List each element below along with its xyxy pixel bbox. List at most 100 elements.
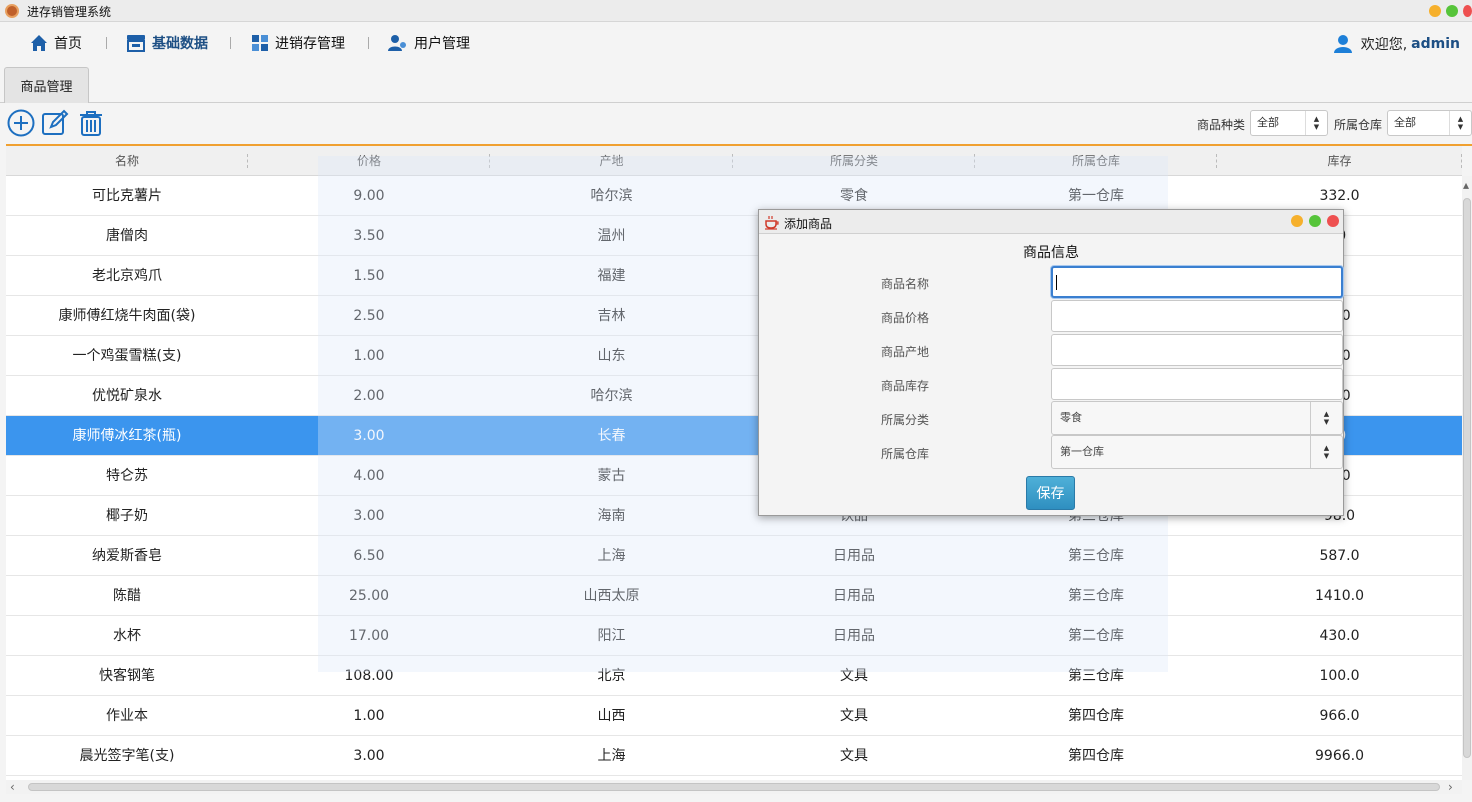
table-cell: 福建 [597, 268, 626, 284]
warehouse-filter-select[interactable]: 全部 ▲ ▼ [1387, 110, 1472, 136]
window-title: 进存销管理系统 [27, 5, 112, 19]
dialog-close-button[interactable] [1327, 215, 1339, 227]
delete-button[interactable] [76, 108, 106, 138]
table-cell: 100.0 [1319, 668, 1360, 684]
user-icon [1333, 35, 1352, 53]
table-cell: 17.00 [348, 628, 390, 644]
table-cell: 康师傅红烧牛肉面(袋) [58, 308, 196, 324]
table-toolbar: 商品种类 全部 ▲ ▼ 所属仓库 全部 ▲ ▼ [0, 104, 1472, 144]
table-cell: 作业本 [106, 708, 148, 724]
table-cell: 文具 [840, 708, 868, 724]
main-menubar: 首页 基础数据 进销存管理 用户管理 [0, 23, 1472, 63]
table-cell: 文具 [840, 668, 868, 684]
horizontal-scroll-thumb[interactable] [28, 783, 1440, 791]
table-cell: 蒙古 [597, 468, 626, 484]
table-cell: 1.50 [353, 268, 385, 284]
add-button[interactable] [6, 108, 36, 138]
table-cell: 陈醋 [113, 588, 141, 604]
updown-arrows-icon: ▲ ▼ [1305, 111, 1327, 135]
product-name-input[interactable] [1051, 266, 1343, 298]
table-cell: 晨光签字笔(支) [79, 748, 175, 764]
table-cell: 日用品 [833, 588, 875, 604]
table-header: 名称 价格 产地 所属分类 所属仓库 库存 [6, 146, 1462, 176]
table-row[interactable]: 晨光签字笔(支) 3.00 上海 文具 第四仓库 9966.0 [6, 736, 1462, 776]
warehouse-filter-value: 全部 [1394, 116, 1416, 129]
welcome-text: 欢迎您, [1360, 37, 1408, 53]
maximize-button[interactable] [1446, 5, 1458, 17]
product-origin-input[interactable] [1051, 334, 1343, 366]
table-cell: 长春 [597, 428, 626, 444]
horizontal-scrollbar[interactable]: ‹ › [6, 780, 1462, 794]
tab-product-management[interactable]: 商品管理 [4, 67, 89, 103]
column-header[interactable]: 产地 [490, 146, 733, 175]
table-cell: 587.0 [1319, 548, 1360, 564]
product-price-input[interactable] [1051, 300, 1343, 332]
menu-inventory[interactable]: 进销存管理 [251, 31, 345, 55]
table-cell: 纳爱斯香皂 [92, 548, 162, 564]
updown-arrows-icon: ▲ ▼ [1449, 111, 1471, 135]
table-cell: 优悦矿泉水 [92, 388, 162, 404]
vertical-scroll-thumb[interactable] [1463, 198, 1471, 758]
category-filter-select[interactable]: 全部 ▲ ▼ [1250, 110, 1328, 136]
table-cell: 特仑苏 [106, 468, 148, 484]
home-icon [31, 35, 47, 51]
menu-base-data-label: 基础数据 [152, 36, 208, 52]
vertical-scrollbar[interactable]: ▴ [1462, 176, 1472, 780]
dialog-maximize-button[interactable] [1309, 215, 1321, 227]
table-row[interactable]: 纳爱斯香皂 6.50 上海 日用品 第三仓库 587.0 [6, 536, 1462, 576]
column-header[interactable]: 库存 [1217, 146, 1462, 175]
edit-button[interactable] [40, 108, 70, 138]
updown-arrows-icon: ▲ ▼ [1310, 436, 1342, 468]
scroll-up-icon[interactable]: ▴ [1463, 178, 1469, 192]
table-row[interactable]: 水杯 17.00 阳江 日用品 第二仓库 430.0 [6, 616, 1462, 656]
close-button[interactable] [1463, 5, 1472, 17]
column-header[interactable]: 名称 [6, 146, 248, 175]
menu-inventory-label: 进销存管理 [275, 36, 345, 52]
table-cell: 3.00 [353, 428, 385, 444]
category-label: 所属分类 [881, 413, 930, 427]
column-header[interactable]: 价格 [248, 146, 490, 175]
table-cell: 3.50 [353, 228, 385, 244]
table-cell: 4.00 [353, 468, 385, 484]
minimize-button[interactable] [1429, 5, 1441, 17]
menu-divider [106, 37, 107, 49]
menu-home[interactable]: 首页 [30, 31, 82, 55]
menu-divider [230, 37, 231, 49]
table-row[interactable]: 快客钢笔 108.00 北京 文具 第三仓库 100.0 [6, 656, 1462, 696]
table-cell: 第三仓库 [1068, 588, 1124, 604]
warehouse-label: 所属仓库 [881, 447, 930, 461]
table-row[interactable]: 陈醋 25.00 山西太原 日用品 第三仓库 1410.0 [6, 576, 1462, 616]
app-window: 进存销管理系统 首页 基础数据 进销存管理 用户管理 欢迎您, admin 商品 [0, 0, 1472, 802]
table-cell: 山西 [597, 708, 626, 724]
table-cell: 1.00 [353, 708, 385, 724]
category-select[interactable]: 零食 ▲ ▼ [1051, 401, 1343, 435]
table-cell: 966.0 [1319, 708, 1360, 724]
dialog-titlebar: 添加商品 [759, 210, 1343, 234]
product-name-label: 商品名称 [881, 277, 930, 291]
table-row[interactable]: 作业本 1.00 山西 文具 第四仓库 966.0 [6, 696, 1462, 736]
save-button[interactable]: 保存 [1026, 476, 1075, 510]
scroll-left-icon[interactable]: ‹ [10, 780, 15, 794]
column-header[interactable]: 所属分类 [733, 146, 975, 175]
menu-base-data[interactable]: 基础数据 [126, 31, 208, 55]
warehouse-select[interactable]: 第一仓库 ▲ ▼ [1051, 435, 1343, 469]
table-cell: 山西太原 [583, 588, 640, 604]
product-stock-input[interactable] [1051, 368, 1343, 400]
column-header[interactable]: 所属仓库 [975, 146, 1217, 175]
table-cell: 阳江 [597, 628, 626, 644]
dialog-title: 添加商品 [784, 217, 833, 231]
menu-divider [368, 37, 369, 49]
table-cell: 唐僧肉 [106, 228, 148, 244]
scroll-right-icon[interactable]: › [1448, 780, 1453, 794]
table-cell: 第三仓库 [1068, 668, 1124, 684]
warehouse-select-value: 第一仓库 [1060, 445, 1104, 458]
table-cell: 日用品 [833, 628, 875, 644]
table-cell: 108.00 [344, 668, 394, 684]
table-cell: 9.00 [353, 188, 385, 204]
table-cell: 第四仓库 [1068, 708, 1124, 724]
dialog-minimize-button[interactable] [1291, 215, 1303, 227]
add-product-dialog: 添加商品 商品信息 商品名称 商品价格 商品产地 商品库存 所属分类 零食 ▲ ▼… [758, 209, 1344, 516]
grid-icon [252, 35, 268, 51]
menu-users[interactable]: 用户管理 [388, 31, 470, 55]
table-cell: 2.00 [353, 388, 385, 404]
